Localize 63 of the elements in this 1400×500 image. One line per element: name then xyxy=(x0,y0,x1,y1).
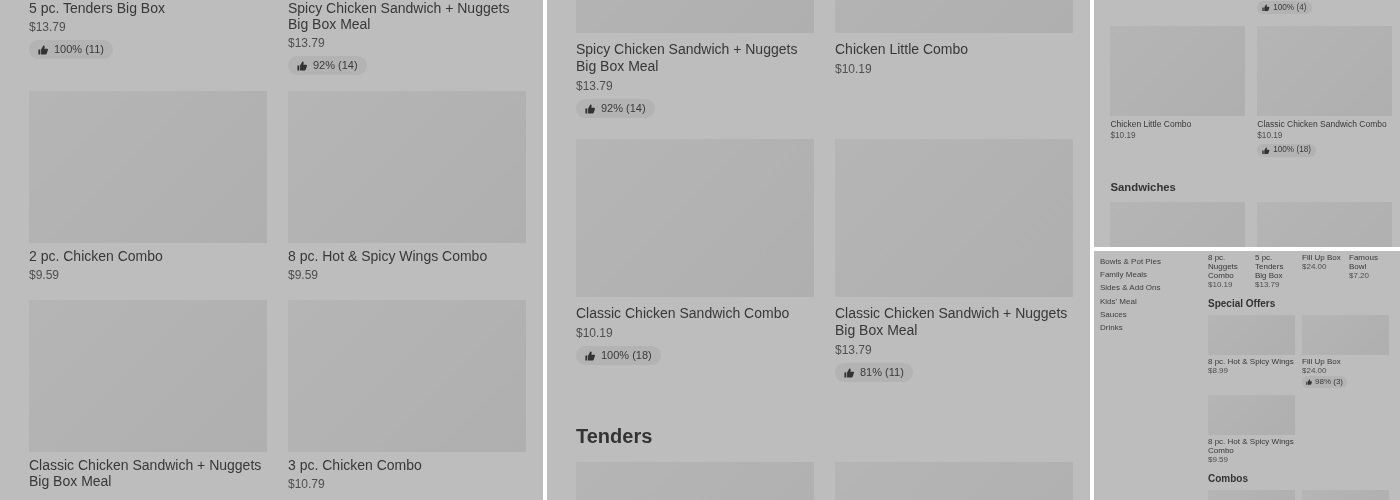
thumbs-up-icon xyxy=(1262,4,1270,12)
sidebar-item[interactable]: Sides & Add Ons xyxy=(1100,283,1161,293)
item-name[interactable]: 2 pc. Chicken Combo xyxy=(29,248,163,265)
rating-badge: 100% (18) xyxy=(1257,143,1317,157)
section-heading: Tenders xyxy=(576,424,653,449)
section-heading: Sandwiches xyxy=(1110,180,1176,195)
item-price: $10.19 xyxy=(576,325,613,343)
item-name[interactable]: Spicy Chicken Sandwich + Nuggets Big Box Meal xyxy=(576,41,814,75)
item-name[interactable]: 8 pc. Hot & Spicy Wings xyxy=(1208,357,1294,366)
sidebar-item[interactable]: Family Meals xyxy=(1100,270,1148,280)
item-price: $9.59 xyxy=(288,267,319,285)
item-name[interactable]: Famous Bowl xyxy=(1349,253,1389,271)
item-name[interactable]: Chicken Little Combo xyxy=(835,41,969,58)
item-price: $13.79 xyxy=(1255,280,1280,289)
rating-badge: 100% (4) xyxy=(1257,1,1312,15)
item-price: $9.59 xyxy=(1208,454,1229,464)
thumbs-up-icon xyxy=(297,60,307,71)
item-price: $10.19 xyxy=(1257,131,1283,142)
item-price: $13.79 xyxy=(288,35,325,52)
item-price: $13.79 xyxy=(835,342,872,360)
thumbs-up-icon xyxy=(585,350,595,361)
thumbs-up-icon xyxy=(1306,378,1312,385)
thumbs-up-icon xyxy=(1262,146,1270,154)
rating-badge: 81% (11) xyxy=(835,363,913,383)
item-name[interactable]: Fill Up Box xyxy=(1302,357,1341,366)
sidebar-item[interactable]: Bowls & Pot Pies xyxy=(1100,257,1161,267)
item-price: $10.19 xyxy=(835,61,872,78)
item-price: $13.79 xyxy=(29,19,66,36)
rating-badge: 98% (3) xyxy=(1302,376,1347,388)
section-heading: Combos xyxy=(1208,472,1248,485)
thumbs-up-icon xyxy=(844,367,854,378)
thumbs-up-icon xyxy=(585,103,595,114)
item-name[interactable]: Spicy Chicken Sandwich + Nuggets Big Box Meal xyxy=(288,0,526,32)
section-heading: Special Offers xyxy=(1208,298,1276,310)
item-name[interactable]: 5 pc. Tenders Big Box xyxy=(29,0,165,16)
item-name[interactable]: 8 pc. Hot & Spicy Wings Combo xyxy=(288,248,488,265)
sidebar-item[interactable]: Drinks xyxy=(1100,322,1123,333)
item-name[interactable]: 3 pc. Chicken Combo xyxy=(288,457,422,474)
item-price: $7.20 xyxy=(1349,271,1370,280)
item-name[interactable]: Classic Chicken Sandwich Combo xyxy=(576,305,790,323)
item-name[interactable]: 5 pc. Tenders Big Box xyxy=(1255,253,1295,280)
item-price: $9.59 xyxy=(29,267,60,285)
item-name[interactable]: Classic Chicken Sandwich + Nuggets Big Box Meal xyxy=(835,305,1073,340)
item-price: $8.99 xyxy=(1208,366,1229,375)
item-name[interactable]: Chicken Little Combo xyxy=(1110,120,1192,131)
item-name[interactable]: Classic Chicken Sandwich + Nuggets Big Box Meal xyxy=(29,457,267,490)
item-name[interactable]: 8 pc. Hot & Spicy Wings Combo xyxy=(1208,436,1295,455)
item-name[interactable]: Fill Up Box xyxy=(1302,253,1341,262)
item-price: $10.19 xyxy=(1110,131,1136,142)
item-price: $13.79 xyxy=(576,78,613,95)
item-name[interactable]: 8 pc. Nuggets Combo xyxy=(1208,253,1248,280)
rating-badge: 92% (14) xyxy=(288,56,367,76)
rating-badge: 100% (11) xyxy=(29,40,113,60)
item-name[interactable]: Classic Chicken Sandwich Combo xyxy=(1257,120,1387,131)
sidebar-item[interactable]: Sauces xyxy=(1100,309,1127,319)
rating-badge: 100% (18) xyxy=(576,346,661,366)
thumbs-up-icon xyxy=(38,44,48,55)
item-price: $10.19 xyxy=(1208,280,1233,289)
sidebar-item[interactable]: Kids' Meal xyxy=(1100,296,1137,306)
item-price: $24.00 xyxy=(1302,262,1327,271)
rating-badge: 92% (14) xyxy=(576,99,655,119)
item-price: $10.79 xyxy=(288,476,325,494)
item-price: $24.00 xyxy=(1302,366,1327,375)
